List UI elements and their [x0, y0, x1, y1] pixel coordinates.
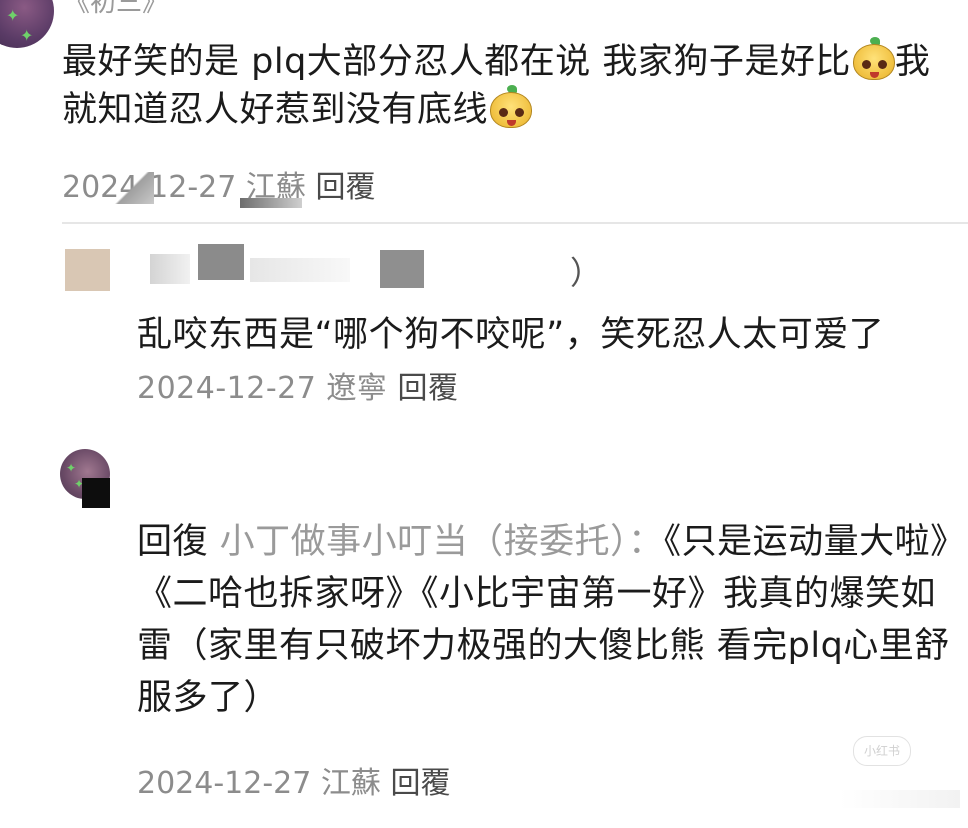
reply-button[interactable]: 回覆: [315, 170, 375, 205]
faded-edge: [840, 790, 960, 808]
redaction-mark: [380, 250, 424, 288]
sparkle-icon: ✦: [66, 461, 77, 475]
mention-username[interactable]: 小丁做事小叮当（接委托）：: [220, 522, 664, 562]
comment-date: 2024-12-27: [137, 371, 317, 406]
watermark-logo: 小红书: [853, 736, 911, 766]
comment-location: 遼寧: [326, 371, 388, 406]
reply-button[interactable]: 回覆: [397, 371, 458, 406]
divider: [62, 222, 968, 224]
mango-face-emoji-icon: [852, 37, 895, 80]
redacted-username: [150, 254, 190, 284]
sparkle-icon: ✦: [20, 26, 34, 45]
avatar[interactable]: ✦ ✦: [0, 0, 54, 48]
comment-location: 江蘇: [320, 766, 381, 801]
username-paren: ）: [570, 254, 603, 292]
comment-date: 2024-12-27: [137, 766, 312, 801]
comment-text: 回復 小丁做事小叮当（接委托）：《只是运动量大啦》《二哈也拆家呀》《小比宇宙第一…: [137, 516, 952, 724]
redaction-mark: [240, 198, 302, 208]
comment-text: 乱咬东西是“哪个狗不咬呢”，笑死忍人太可爱了 2024-12-27 遼寧 回覆: [137, 309, 947, 415]
redaction-mark: [82, 478, 110, 508]
comment-body: 乱咬东西是“哪个狗不咬呢”，笑死忍人太可爱了: [137, 315, 885, 355]
reply-button[interactable]: 回覆: [390, 766, 450, 801]
comment-text: 最好笑的是 plq大部分忍人都在说 我家狗子是好比 我就知道忍人好惹到没有底线: [62, 37, 952, 134]
username[interactable]: 《初三》: [64, 0, 168, 19]
sparkle-icon: ✦: [6, 6, 20, 25]
comment-meta: 2024-12-27 遼寧 回覆: [137, 371, 458, 406]
mango-face-emoji-icon: [490, 85, 533, 128]
comment-meta: 2024-12-27 江蘇 回覆: [137, 758, 450, 802]
redaction-mark: [198, 244, 244, 280]
reply-prefix: 回復: [137, 522, 209, 562]
redacted-username: [250, 258, 350, 282]
comment-text-part1: 最好笑的是 plq大部分忍人都在说 我家狗子是好比: [62, 42, 851, 82]
avatar[interactable]: [65, 249, 110, 291]
redaction-mark: [110, 172, 154, 204]
